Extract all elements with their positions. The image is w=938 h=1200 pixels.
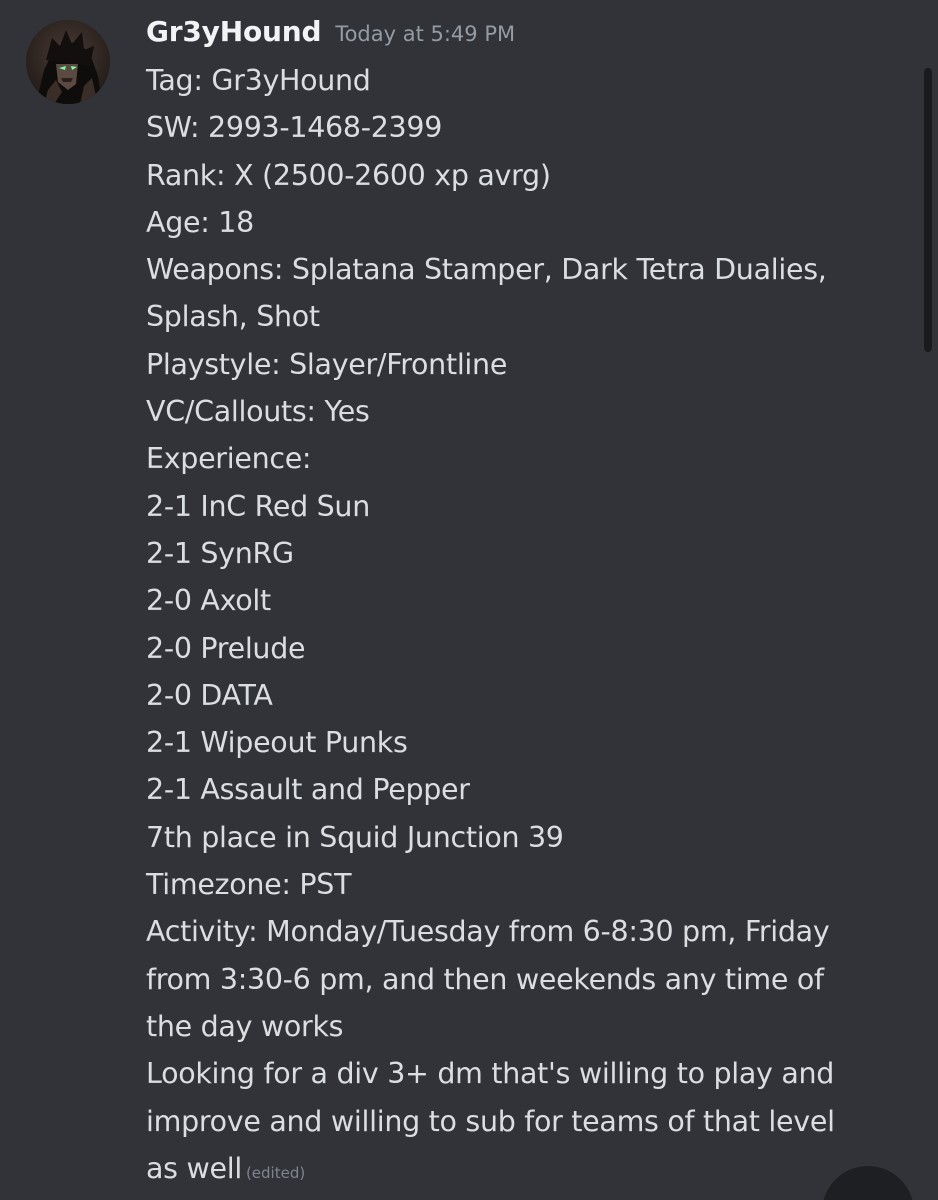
message-line: SW: 2993-1468-2399: [146, 111, 443, 145]
message-line: 2-1 InC Red Sun: [146, 489, 370, 523]
message-line: VC/Callouts: Yes: [146, 395, 370, 429]
user-avatar[interactable]: [26, 20, 110, 104]
message-line: improve and willing to sub for teams of …: [146, 1104, 835, 1138]
message-last-line: as well (edited): [146, 1145, 906, 1197]
chat-message: Gr3yHound Today at 5:49 PM Tag: Gr3yHound…: [0, 0, 938, 1200]
message-line: 2-0 Axolt: [146, 584, 271, 618]
message-line: Rank: X (2500-2600 xp avrg): [146, 158, 551, 192]
message-line: Activity: Monday/Tuesday from 6-8:30 pm,…: [146, 915, 830, 949]
message-timestamp[interactable]: Today at 5:49 PM: [335, 14, 515, 54]
message-line: 2-1 Assault and Pepper: [146, 773, 470, 807]
message-line: Looking for a div 3+ dm that's willing t…: [146, 1057, 835, 1091]
username[interactable]: Gr3yHound: [146, 12, 322, 52]
message-content: Tag: Gr3yHound SW: 2993-1468-2399 Rank: …: [146, 57, 906, 1197]
message-line: Experience:: [146, 442, 312, 476]
message-line: Timezone: PST: [146, 868, 352, 902]
edited-label: (edited): [245, 1163, 306, 1182]
message-line: Age: 18: [146, 205, 254, 239]
message-line: 2-0 DATA: [146, 678, 273, 712]
message-line: 2-1 SynRG: [146, 536, 294, 570]
message-line-text: as well: [146, 1151, 242, 1185]
message-line: Tag: Gr3yHound: [146, 64, 371, 97]
message-line: 2-1 Wipeout Punks: [146, 726, 408, 760]
message-line: 2-0 Prelude: [146, 631, 306, 665]
scrollbar-thumb[interactable]: [924, 68, 932, 352]
message-line: Splash, Shot: [146, 300, 320, 334]
message-line: Weapons: Splatana Stamper, Dark Tetra Du…: [146, 253, 827, 287]
message-line: 7th place in Squid Junction 39: [146, 820, 564, 854]
message-line: the day works: [146, 1009, 344, 1043]
message-header: Gr3yHound Today at 5:49 PM: [146, 12, 515, 54]
message-line: from 3:30-6 pm, and then weekends any ti…: [146, 962, 824, 996]
avatar-image-icon: [26, 20, 110, 104]
message-line: Playstyle: Slayer/Frontline: [146, 347, 508, 381]
chat-viewport: Gr3yHound Today at 5:49 PM Tag: Gr3yHound…: [0, 0, 938, 1200]
